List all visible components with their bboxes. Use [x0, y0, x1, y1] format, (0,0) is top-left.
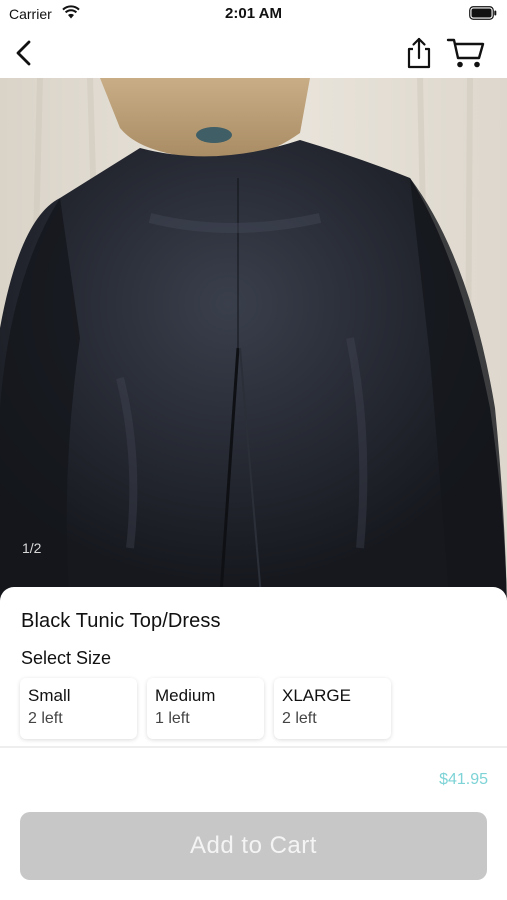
size-name: Small — [28, 686, 71, 705]
product-photo — [0, 78, 507, 608]
back-chevron-icon — [16, 40, 31, 66]
size-name: XLARGE — [282, 686, 351, 705]
size-stock: 2 left — [28, 710, 63, 727]
share-icon — [407, 37, 431, 69]
size-name: Medium — [155, 686, 216, 705]
size-option-small[interactable]: Small 2 left — [20, 678, 137, 739]
image-page-counter: 1/2 — [22, 540, 42, 556]
product-title: Black Tunic Top/Dress — [21, 610, 221, 632]
divider — [0, 746, 507, 748]
status-bar: Carrier 2:01 AM — [0, 0, 507, 28]
cart-icon — [446, 38, 485, 68]
navigation-bar — [0, 28, 507, 78]
size-option-medium[interactable]: Medium 1 left — [147, 678, 264, 739]
product-price: $41.95 — [439, 771, 488, 788]
cart-button[interactable] — [446, 36, 486, 70]
size-stock: 2 left — [282, 710, 317, 727]
product-details-sheet: Black Tunic Top/Dress Select Size Small … — [0, 587, 507, 900]
size-stock: 1 left — [155, 710, 190, 727]
product-image[interactable] — [0, 78, 507, 608]
back-button[interactable] — [10, 36, 40, 70]
select-size-label: Select Size — [21, 648, 112, 668]
status-time: 2:01 AM — [225, 5, 282, 22]
share-button[interactable] — [404, 36, 434, 70]
add-to-cart-button[interactable]: Add to Cart — [20, 812, 487, 880]
battery-icon — [469, 6, 497, 20]
size-options: Small 2 left Medium 1 left XLARGE 2 left — [20, 678, 391, 739]
size-option-xlarge[interactable]: XLARGE 2 left — [274, 678, 391, 739]
